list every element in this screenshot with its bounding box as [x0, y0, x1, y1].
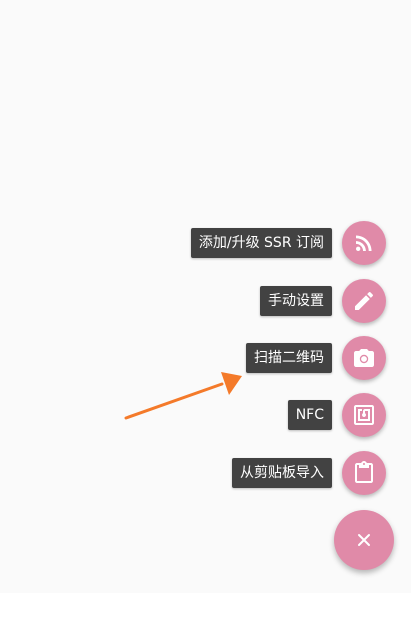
- close-menu-fab[interactable]: [334, 510, 394, 570]
- manual-settings-label[interactable]: 手动设置: [260, 286, 332, 316]
- fab-menu-item-manual-settings[interactable]: 手动设置: [260, 278, 411, 324]
- pencil-icon: [355, 291, 374, 310]
- add-ssr-subscription-button[interactable]: [342, 221, 386, 265]
- scan-qr-code-label[interactable]: 扫描二维码: [246, 343, 332, 373]
- camera-icon: [354, 349, 374, 367]
- clipboard-icon: [355, 461, 373, 483]
- close-icon: [358, 534, 370, 546]
- add-ssr-subscription-label[interactable]: 添加/升级 SSR 订阅: [190, 228, 332, 258]
- nfc-icon: [354, 405, 374, 425]
- nfc-button[interactable]: [342, 393, 386, 437]
- scan-qr-code-button[interactable]: [342, 336, 386, 380]
- import-from-clipboard-button[interactable]: [342, 451, 386, 495]
- fab-menu-item-scan-qr-code[interactable]: 扫描二维码: [246, 335, 411, 381]
- fab-menu-item-add-ssr-subscription[interactable]: 添加/升级 SSR 订阅: [190, 220, 411, 266]
- nfc-label[interactable]: NFC: [287, 400, 332, 430]
- fab-menu-item-nfc[interactable]: NFC: [287, 392, 411, 438]
- bottom-strip: [0, 593, 411, 629]
- manual-settings-button[interactable]: [342, 279, 386, 323]
- rss-icon: [356, 235, 372, 251]
- fab-menu-item-import-from-clipboard[interactable]: 从剪贴板导入: [232, 450, 411, 496]
- import-from-clipboard-label[interactable]: 从剪贴板导入: [232, 458, 332, 488]
